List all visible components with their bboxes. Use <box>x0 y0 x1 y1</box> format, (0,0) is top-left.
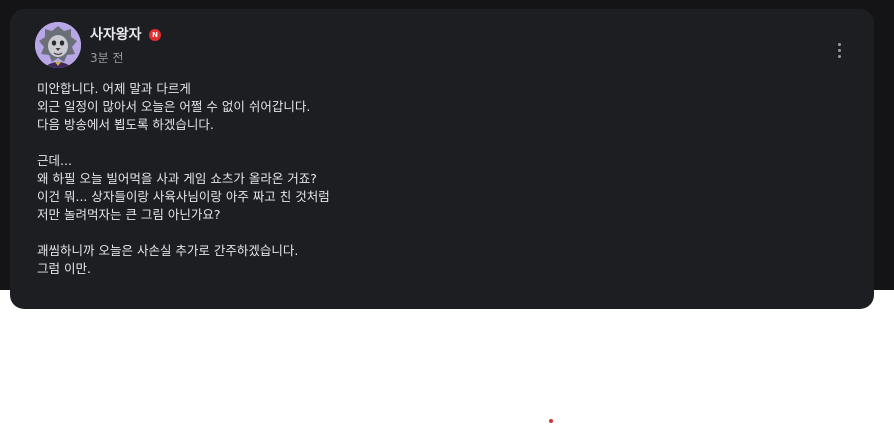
avatar[interactable] <box>35 22 81 68</box>
post-line: 괘씸하니까 오늘은 사손실 추가로 간주하겠습니다. <box>37 243 299 258</box>
post-line: 미안합니다. 어제 말과 다르게 <box>37 81 191 96</box>
more-options-button[interactable] <box>830 39 850 61</box>
post-timestamp: 3분 전 <box>90 51 124 65</box>
indicator-dot <box>549 419 553 423</box>
lion-avatar-icon <box>35 22 81 68</box>
post-line: 다음 방송에서 뵙도록 하겠습니다. <box>37 117 214 132</box>
post-line: 근데... <box>37 153 72 168</box>
new-badge-icon: N <box>149 29 161 41</box>
post-body: 미안합니다. 어제 말과 다르게 외근 일정이 많아서 오늘은 어쩔 수 없이 … <box>37 80 797 278</box>
post-line: 왜 하필 오늘 빌어먹을 사과 게임 쇼츠가 올라온 거죠? <box>37 171 317 186</box>
post-line: 외근 일정이 많아서 오늘은 어쩔 수 없이 쉬어갑니다. <box>37 99 311 114</box>
post-line: 그럼 이만. <box>37 261 91 276</box>
post-line: 이건 뭐... 상자들이랑 사육사님이랑 아주 짜고 친 것처럼 <box>37 189 330 204</box>
community-post-card: 사자왕자 N 3분 전 미안합니다. 어제 말과 다르게 외근 일정이 많아서 … <box>10 9 874 309</box>
author-name[interactable]: 사자왕자 <box>90 26 142 44</box>
more-vertical-icon <box>838 43 841 46</box>
post-line: 저만 놀려먹자는 큰 그림 아닌가요? <box>37 207 221 222</box>
